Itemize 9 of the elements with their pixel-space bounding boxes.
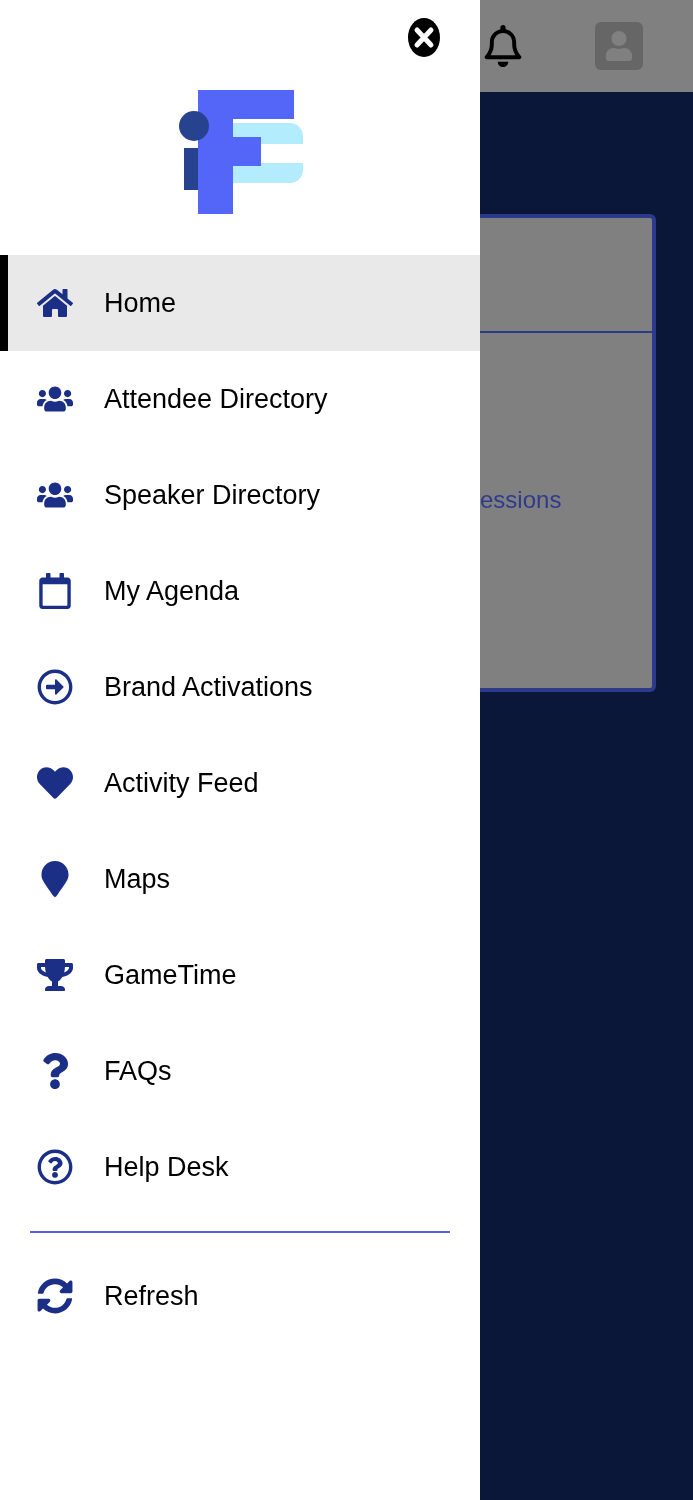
menu-item[interactable]: Home — [0, 255, 480, 351]
trophy-icon — [37, 957, 73, 993]
heart-icon — [37, 765, 73, 801]
user-icon — [604, 31, 634, 61]
bell-icon[interactable] — [484, 25, 522, 67]
close-icon[interactable] — [408, 18, 440, 57]
card-text: essions — [480, 488, 563, 512]
refresh-icon — [37, 1278, 73, 1314]
calendar-icon — [37, 573, 73, 609]
